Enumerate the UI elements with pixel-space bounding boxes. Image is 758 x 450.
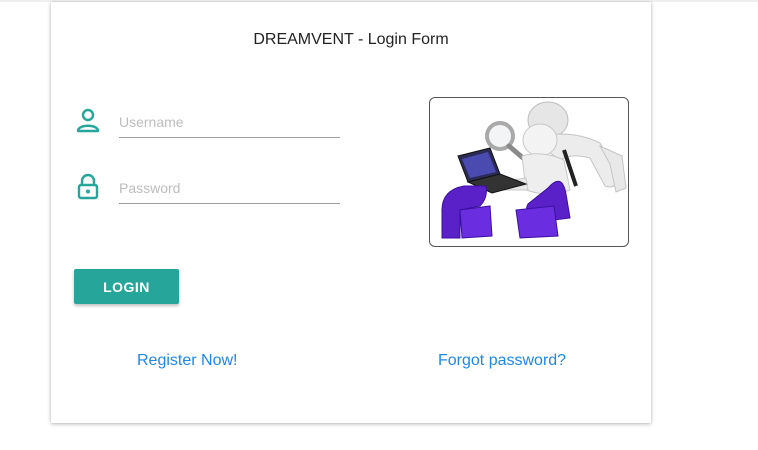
forgot-password-link[interactable]: Forgot password? [438, 352, 566, 370]
password-input[interactable] [119, 173, 340, 204]
password-field-group [75, 173, 345, 213]
login-illustration [429, 97, 629, 247]
login-button[interactable]: LOGIN [74, 269, 179, 304]
register-now-link[interactable]: Register Now! [137, 352, 237, 370]
lock-icon [75, 173, 101, 201]
login-card: DREAMVENT - Login Form LOGIN [51, 2, 651, 423]
person-icon [75, 107, 101, 135]
username-input[interactable] [119, 107, 340, 138]
person-with-laptop-illustration-graphic [441, 101, 627, 239]
form-title: DREAMVENT - Login Form [253, 31, 449, 48]
username-field-group [75, 107, 345, 147]
